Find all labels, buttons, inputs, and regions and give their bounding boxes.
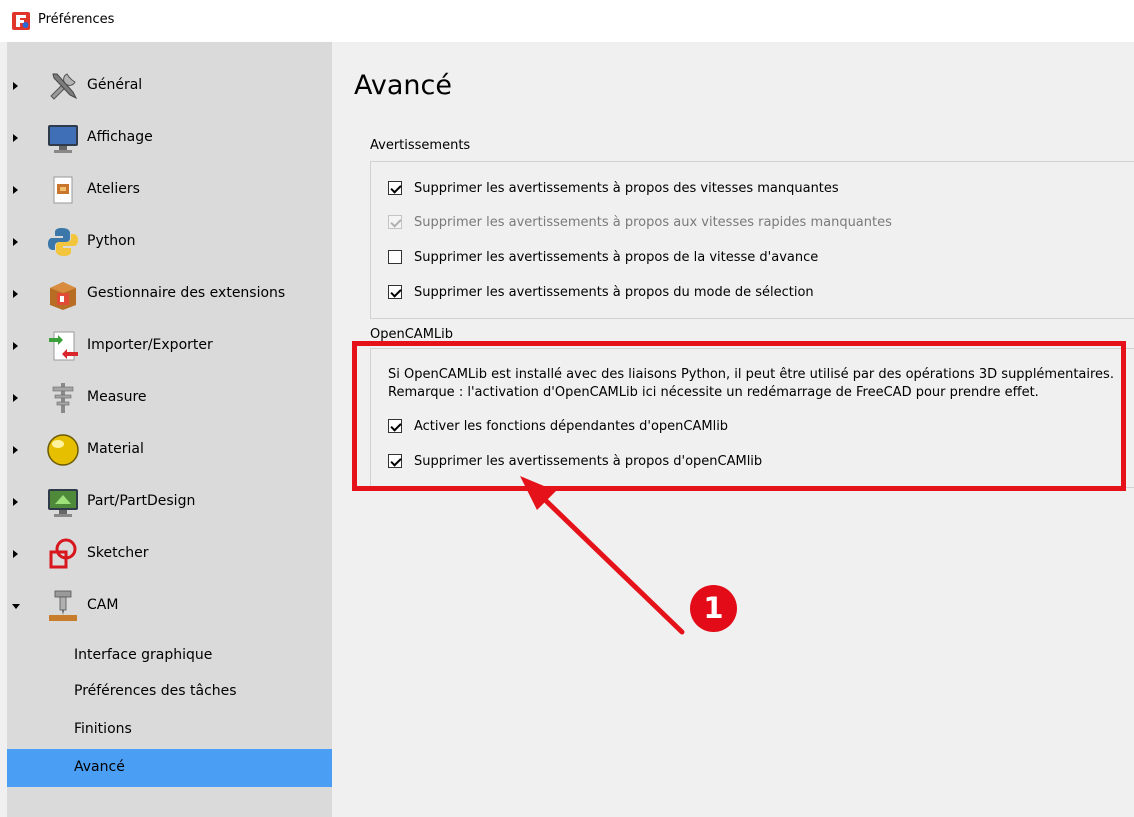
title-bar: Préférences [0, 0, 1134, 42]
chevron-right-icon[interactable] [11, 80, 21, 92]
group-title-avertissements: Avertissements [370, 138, 471, 153]
sidebar-item-label: CAM [87, 597, 119, 613]
sidebar-item-general[interactable]: Général [7, 60, 332, 112]
addon-manager-icon [50, 282, 76, 310]
chevron-right-icon[interactable] [11, 184, 21, 196]
sidebar-subitem-interface-graphique[interactable]: Interface graphique [7, 638, 332, 674]
import-export-icon [49, 331, 78, 361]
checkbox-mode-selection[interactable] [388, 285, 402, 299]
chevron-right-icon[interactable] [11, 496, 21, 508]
sidebar-item-material[interactable]: Material [7, 424, 332, 476]
monitor-icon [48, 125, 78, 153]
sidebar-item-label: Ateliers [87, 181, 140, 197]
checkbox-row-vitesse-avance[interactable]: Supprimer les avertissements à propos de… [388, 248, 818, 266]
sidebar-item-affichage[interactable]: Affichage [7, 112, 332, 164]
sidebar-item-label: Importer/Exporter [87, 337, 213, 353]
checkbox-vitesses-rapides[interactable] [388, 215, 402, 229]
window-title: Préférences [38, 12, 115, 27]
sketcher-icon [49, 538, 77, 569]
sidebar-item-measure[interactable]: Measure [7, 372, 332, 424]
material-sphere-icon [47, 434, 79, 466]
chevron-right-icon[interactable] [11, 132, 21, 144]
tools-icon [50, 73, 78, 100]
sidebar-item-label: Gestionnaire des extensions [87, 285, 286, 301]
annotation-highlight-box [352, 341, 1126, 491]
chevron-right-icon[interactable] [11, 288, 21, 300]
sidebar-item-cam[interactable]: CAM [7, 580, 332, 632]
sidebar-item-label: Python [87, 233, 136, 249]
chevron-right-icon[interactable] [11, 444, 21, 456]
checkbox-row-mode-selection[interactable]: Supprimer les avertissements à propos du… [388, 283, 814, 301]
checkbox-vitesse-avance[interactable] [388, 250, 402, 264]
chevron-right-icon[interactable] [11, 236, 21, 248]
checkbox-row-vitesses-rapides[interactable]: Supprimer les avertissements à propos au… [388, 213, 892, 231]
chevron-right-icon[interactable] [11, 548, 21, 560]
sidebar-subitem-preferences-taches[interactable]: Préférences des tâches [7, 674, 332, 710]
sidebar-item-sketcher[interactable]: Sketcher [7, 528, 332, 580]
annotation-number-badge: 1 [690, 585, 737, 632]
checkbox-row-vitesses-manquantes[interactable]: Supprimer les avertissements à propos de… [388, 179, 839, 197]
freecad-icon [12, 12, 30, 30]
chevron-right-icon[interactable] [11, 340, 21, 352]
sidebar-item-python[interactable]: Python [7, 216, 332, 268]
checkbox-vitesses-manquantes[interactable] [388, 181, 402, 195]
sidebar-item-label: Général [87, 77, 143, 93]
sidebar-item-importer-exporter[interactable]: Importer/Exporter [7, 320, 332, 372]
sidebar-item-part-partdesign[interactable]: Part/PartDesign [7, 476, 332, 528]
python-icon [48, 228, 78, 256]
sidebar-subitem-finitions[interactable]: Finitions [7, 712, 332, 748]
part-design-icon [48, 489, 78, 517]
workbench-icon [53, 176, 73, 204]
cam-icon [49, 590, 77, 621]
sidebar-item-label: Part/PartDesign [87, 493, 196, 509]
sidebar-item-label: Measure [87, 389, 147, 405]
sidebar-subitem-label: Interface graphique [74, 647, 213, 663]
sidebar-item-label: Sketcher [87, 545, 149, 561]
sidebar-item-ateliers[interactable]: Ateliers [7, 164, 332, 216]
checkbox-label: Supprimer les avertissements à propos du… [414, 284, 814, 300]
checkbox-label: Supprimer les avertissements à propos de… [414, 180, 839, 196]
measure-icon [52, 383, 74, 413]
sidebar-item-gestionnaire-extensions[interactable]: Gestionnaire des extensions [7, 268, 332, 320]
sidebar-subitem-label: Préférences des tâches [74, 683, 237, 699]
sidebar-item-label: Material [87, 441, 144, 457]
chevron-right-icon[interactable] [11, 392, 21, 404]
group-title-opencamlib: OpenCAMLib [370, 327, 454, 342]
preferences-sidebar: Général Affichage Ateliers Python Gestio… [7, 42, 332, 817]
sidebar-subitem-avance[interactable]: Avancé [7, 749, 332, 787]
sidebar-subitem-label: Finitions [74, 721, 132, 737]
sidebar-item-label: Affichage [87, 129, 153, 145]
checkbox-label: Supprimer les avertissements à propos au… [414, 214, 892, 230]
checkbox-label: Supprimer les avertissements à propos de… [414, 249, 819, 265]
sidebar-subitem-label: Avancé [74, 759, 125, 775]
warnings-groupbox: Supprimer les avertissements à propos de… [370, 161, 1134, 319]
page-title: Avancé [354, 70, 452, 101]
chevron-down-icon[interactable] [11, 600, 21, 612]
